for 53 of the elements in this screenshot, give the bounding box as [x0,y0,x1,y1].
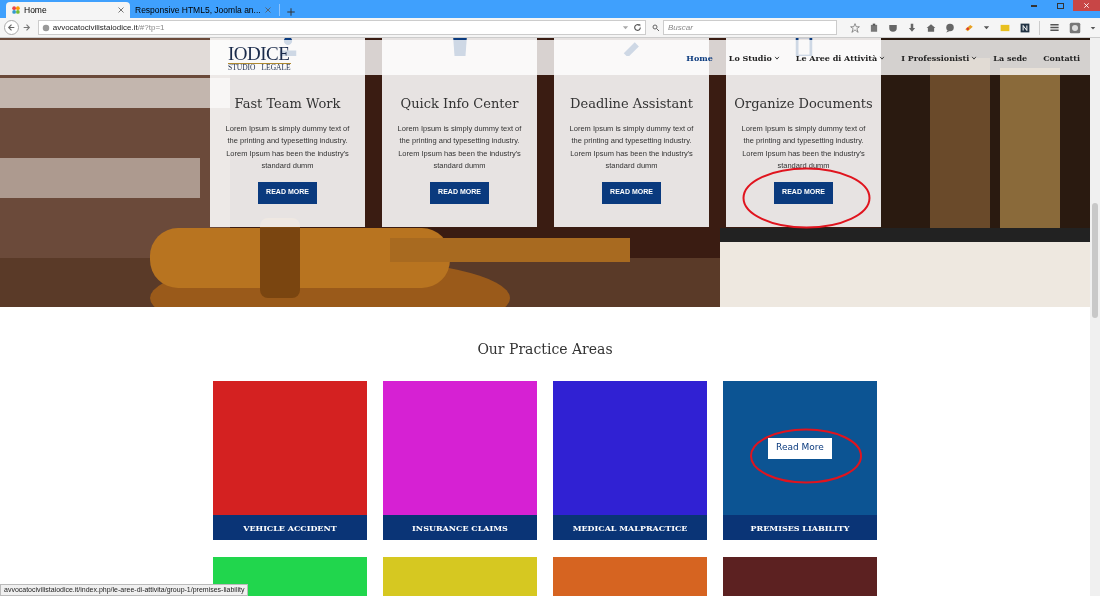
tile-label: MEDICAL MALPRACTICE [553,515,707,540]
address-bar[interactable]: avvocatocivilistaiodice.it/#?tp=1 [37,20,646,35]
nav-link[interactable]: Contatti [1043,51,1080,64]
star-icon[interactable] [850,22,860,33]
download-icon[interactable] [907,22,917,33]
chat-icon[interactable] [945,22,955,33]
address-text: avvocatocivilistaiodice.it/#?tp=1 [52,21,165,34]
reload-icon[interactable] [633,23,642,32]
search-field[interactable]: Buscar [663,20,837,35]
chevron-down-icon [971,54,978,61]
joomla-icon[interactable] [11,5,21,15]
dropdown-icon[interactable] [983,24,990,31]
nav-link[interactable]: Lo Studio [728,51,780,64]
read-more-button[interactable]: Read More [768,437,832,459]
chevron-down-icon [773,54,780,61]
pocket-icon[interactable] [888,22,898,33]
feature-title: Quick Info Center [400,95,519,113]
practice-tile[interactable]: VEHICLE ACCIDENT [213,381,367,540]
practice-tile[interactable]: Read More PREMISES LIABILITY [723,381,877,540]
tile-label: INSURANCE CLAIMS [383,515,537,540]
scrollbar-thumb[interactable] [1092,203,1098,318]
close-icon[interactable] [117,6,125,14]
tab-title: Responsive HTML5, Joomla an... [135,4,261,16]
nav-link[interactable]: I Professionisti [901,51,978,64]
avatar-icon[interactable] [1069,21,1081,34]
practice-tile[interactable]: INSURANCE CLAIMS [383,381,537,540]
logo-name: IODICE [228,43,290,63]
nav-link[interactable]: Home [686,51,713,64]
new-tab-icon[interactable] [285,7,296,17]
feature-title: Deadline Assistant [570,95,693,113]
home-icon[interactable] [926,22,936,33]
extension-icon[interactable] [964,22,974,33]
search-icon[interactable] [652,23,660,32]
globe-icon[interactable] [41,23,50,32]
feature-title: Fast Team Work [234,95,341,113]
n-badge-icon[interactable] [1020,22,1030,33]
nav-link[interactable]: La sede [993,51,1028,64]
nav-link[interactable]: Le Aree di Attività [795,51,886,64]
tab-title: Home [24,4,48,16]
arrow-right-icon[interactable] [21,23,31,32]
dropdown-icon[interactable] [1090,24,1096,31]
clipboard-icon[interactable] [869,22,879,33]
practice-tile[interactable]: MEDICAL MALPRACTICE [553,381,707,540]
browser-tab[interactable]: Responsive HTML5, Joomla an... [130,2,277,18]
feature-title: Organize Documents [734,95,873,113]
section-heading: Our Practice Areas [476,340,614,359]
tile-label: VEHICLE ACCIDENT [213,515,367,540]
close-icon[interactable] [263,6,272,14]
menu-icon[interactable] [1049,22,1060,33]
tile-label: PREMISES LIABILITY [723,515,877,540]
browser-tab[interactable]: Home [6,2,130,18]
chevron-down-icon [879,54,886,61]
close-button[interactable] [1073,0,1100,11]
